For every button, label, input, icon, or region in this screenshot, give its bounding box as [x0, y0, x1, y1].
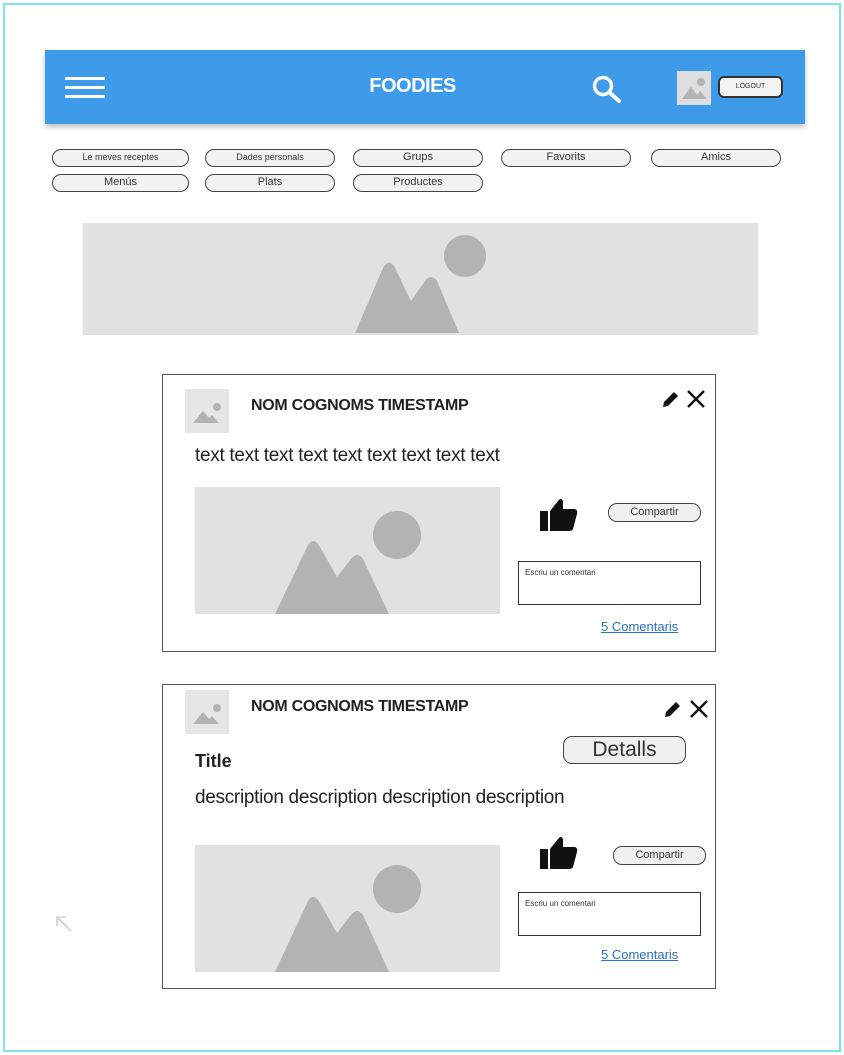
- nav-item-favorits[interactable]: Favorits: [501, 149, 631, 167]
- share-button[interactable]: Compartir: [608, 503, 701, 522]
- image-icon: [275, 511, 421, 614]
- edit-icon[interactable]: [659, 389, 681, 411]
- post-card: NOM COGNOMS TIMESTAMP text text text tex…: [162, 374, 716, 652]
- logout-button[interactable]: LOGOUT: [718, 76, 783, 98]
- recipe-card: NOM COGNOMS TIMESTAMP Detalls Title desc…: [162, 684, 716, 989]
- author-avatar: [185, 690, 229, 734]
- post-author: NOM COGNOMS TIMESTAMP: [251, 397, 469, 414]
- app-title: FOODIES: [369, 75, 456, 97]
- app-header: FOODIES LOGOUT: [45, 50, 805, 124]
- nav-item-plats[interactable]: Plats: [205, 174, 335, 192]
- recipe-description: description description description desc…: [195, 787, 565, 808]
- share-button[interactable]: Compartir: [613, 846, 706, 865]
- image-icon: [355, 235, 486, 333]
- nav-item-grups[interactable]: Grups: [353, 149, 483, 167]
- nav-item-menus[interactable]: Menús: [52, 174, 189, 192]
- comments-link[interactable]: 5 Comentaris: [601, 947, 678, 962]
- post-image: [195, 845, 500, 972]
- user-avatar[interactable]: [677, 71, 711, 105]
- nav-item-le-meves-receptes[interactable]: Le meves receptes: [52, 149, 189, 167]
- resize-arrow-icon[interactable]: [54, 914, 74, 934]
- author-avatar: [185, 389, 229, 433]
- hamburger-menu-icon[interactable]: [65, 77, 105, 99]
- banner-image: [83, 223, 758, 335]
- comments-link[interactable]: 5 Comentaris: [601, 619, 678, 634]
- thumbs-up-icon[interactable]: [539, 835, 579, 871]
- post-text: text text text text text text text text …: [195, 445, 500, 466]
- recipe-title: Title: [195, 751, 232, 771]
- search-icon[interactable]: [590, 74, 624, 104]
- edit-icon[interactable]: [661, 699, 683, 721]
- image-icon: [193, 704, 221, 724]
- post-author: NOM COGNOMS TIMESTAMP: [251, 698, 469, 715]
- nav-item-productes[interactable]: Productes: [353, 174, 483, 192]
- details-button[interactable]: Detalls: [563, 736, 686, 764]
- close-icon[interactable]: [685, 388, 707, 410]
- comment-input[interactable]: [518, 892, 701, 936]
- nav-item-dades-personals[interactable]: Dades personals: [205, 149, 335, 167]
- image-icon: [193, 403, 221, 423]
- post-image: [195, 487, 500, 614]
- close-icon[interactable]: [688, 698, 710, 720]
- thumbs-up-icon[interactable]: [539, 497, 579, 533]
- nav-item-amics[interactable]: Amics: [651, 149, 781, 167]
- comment-input[interactable]: [518, 561, 701, 605]
- image-icon: [682, 78, 707, 99]
- image-icon: [275, 865, 421, 972]
